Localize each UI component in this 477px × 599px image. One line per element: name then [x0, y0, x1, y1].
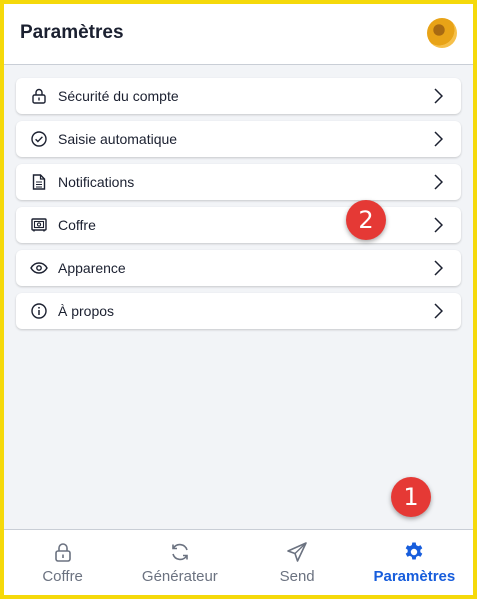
lock-icon: [54, 543, 71, 562]
tab-label: Coffre: [42, 568, 83, 585]
info-icon: [30, 302, 48, 320]
gear-icon: [406, 542, 423, 560]
settings-menu: Sécurité du compte Saisie automatique No…: [16, 78, 461, 336]
paper-plane-icon: [287, 542, 307, 562]
menu-item-label: Apparence: [58, 260, 126, 276]
tab-label: Générateur: [141, 568, 218, 585]
document-icon: [30, 173, 48, 191]
lock-icon: [30, 87, 48, 105]
page-title: Paramètres: [20, 22, 124, 43]
tab-label: Paramètres: [373, 568, 456, 585]
eye-icon: [30, 259, 48, 277]
header: Paramètres: [4, 4, 473, 65]
tab-generator[interactable]: Générateur: [121, 530, 238, 595]
tab-send[interactable]: Send: [239, 530, 356, 595]
bottom-nav: Coffre Générateur Send Paramètres: [4, 529, 473, 595]
menu-item-about[interactable]: À propos: [16, 293, 461, 329]
check-circle-icon: [30, 130, 48, 148]
menu-item-account-security[interactable]: Sécurité du compte: [16, 78, 461, 114]
app-window: Paramètres Sécurité du compte Saisie aut…: [4, 4, 473, 595]
chevron-right-icon: [434, 217, 443, 233]
chevron-right-icon: [434, 174, 443, 190]
annotation-badge-1: 1: [391, 477, 431, 517]
menu-item-label: À propos: [58, 303, 115, 319]
tab-label: Send: [279, 568, 315, 585]
menu-item-label: Coffre: [58, 217, 96, 233]
menu-item-label: Sécurité du compte: [58, 88, 179, 104]
refresh-icon: [172, 543, 188, 561]
menu-item-appearance[interactable]: Apparence: [16, 250, 461, 286]
chevron-right-icon: [434, 260, 443, 276]
tab-vault[interactable]: Coffre: [4, 530, 121, 595]
annotation-badge-2: 2: [346, 200, 386, 240]
chevron-right-icon: [434, 303, 443, 319]
menu-item-vault[interactable]: Coffre: [16, 207, 461, 243]
menu-item-label: Saisie automatique: [58, 131, 178, 147]
menu-item-notifications[interactable]: Notifications: [16, 164, 461, 200]
tab-settings[interactable]: Paramètres: [356, 530, 473, 595]
chevron-right-icon: [434, 131, 443, 147]
avatar[interactable]: [427, 18, 457, 48]
vault-icon: [30, 216, 48, 234]
menu-item-label: Notifications: [58, 174, 135, 190]
menu-item-autofill[interactable]: Saisie automatique: [16, 121, 461, 157]
chevron-right-icon: [434, 88, 443, 104]
